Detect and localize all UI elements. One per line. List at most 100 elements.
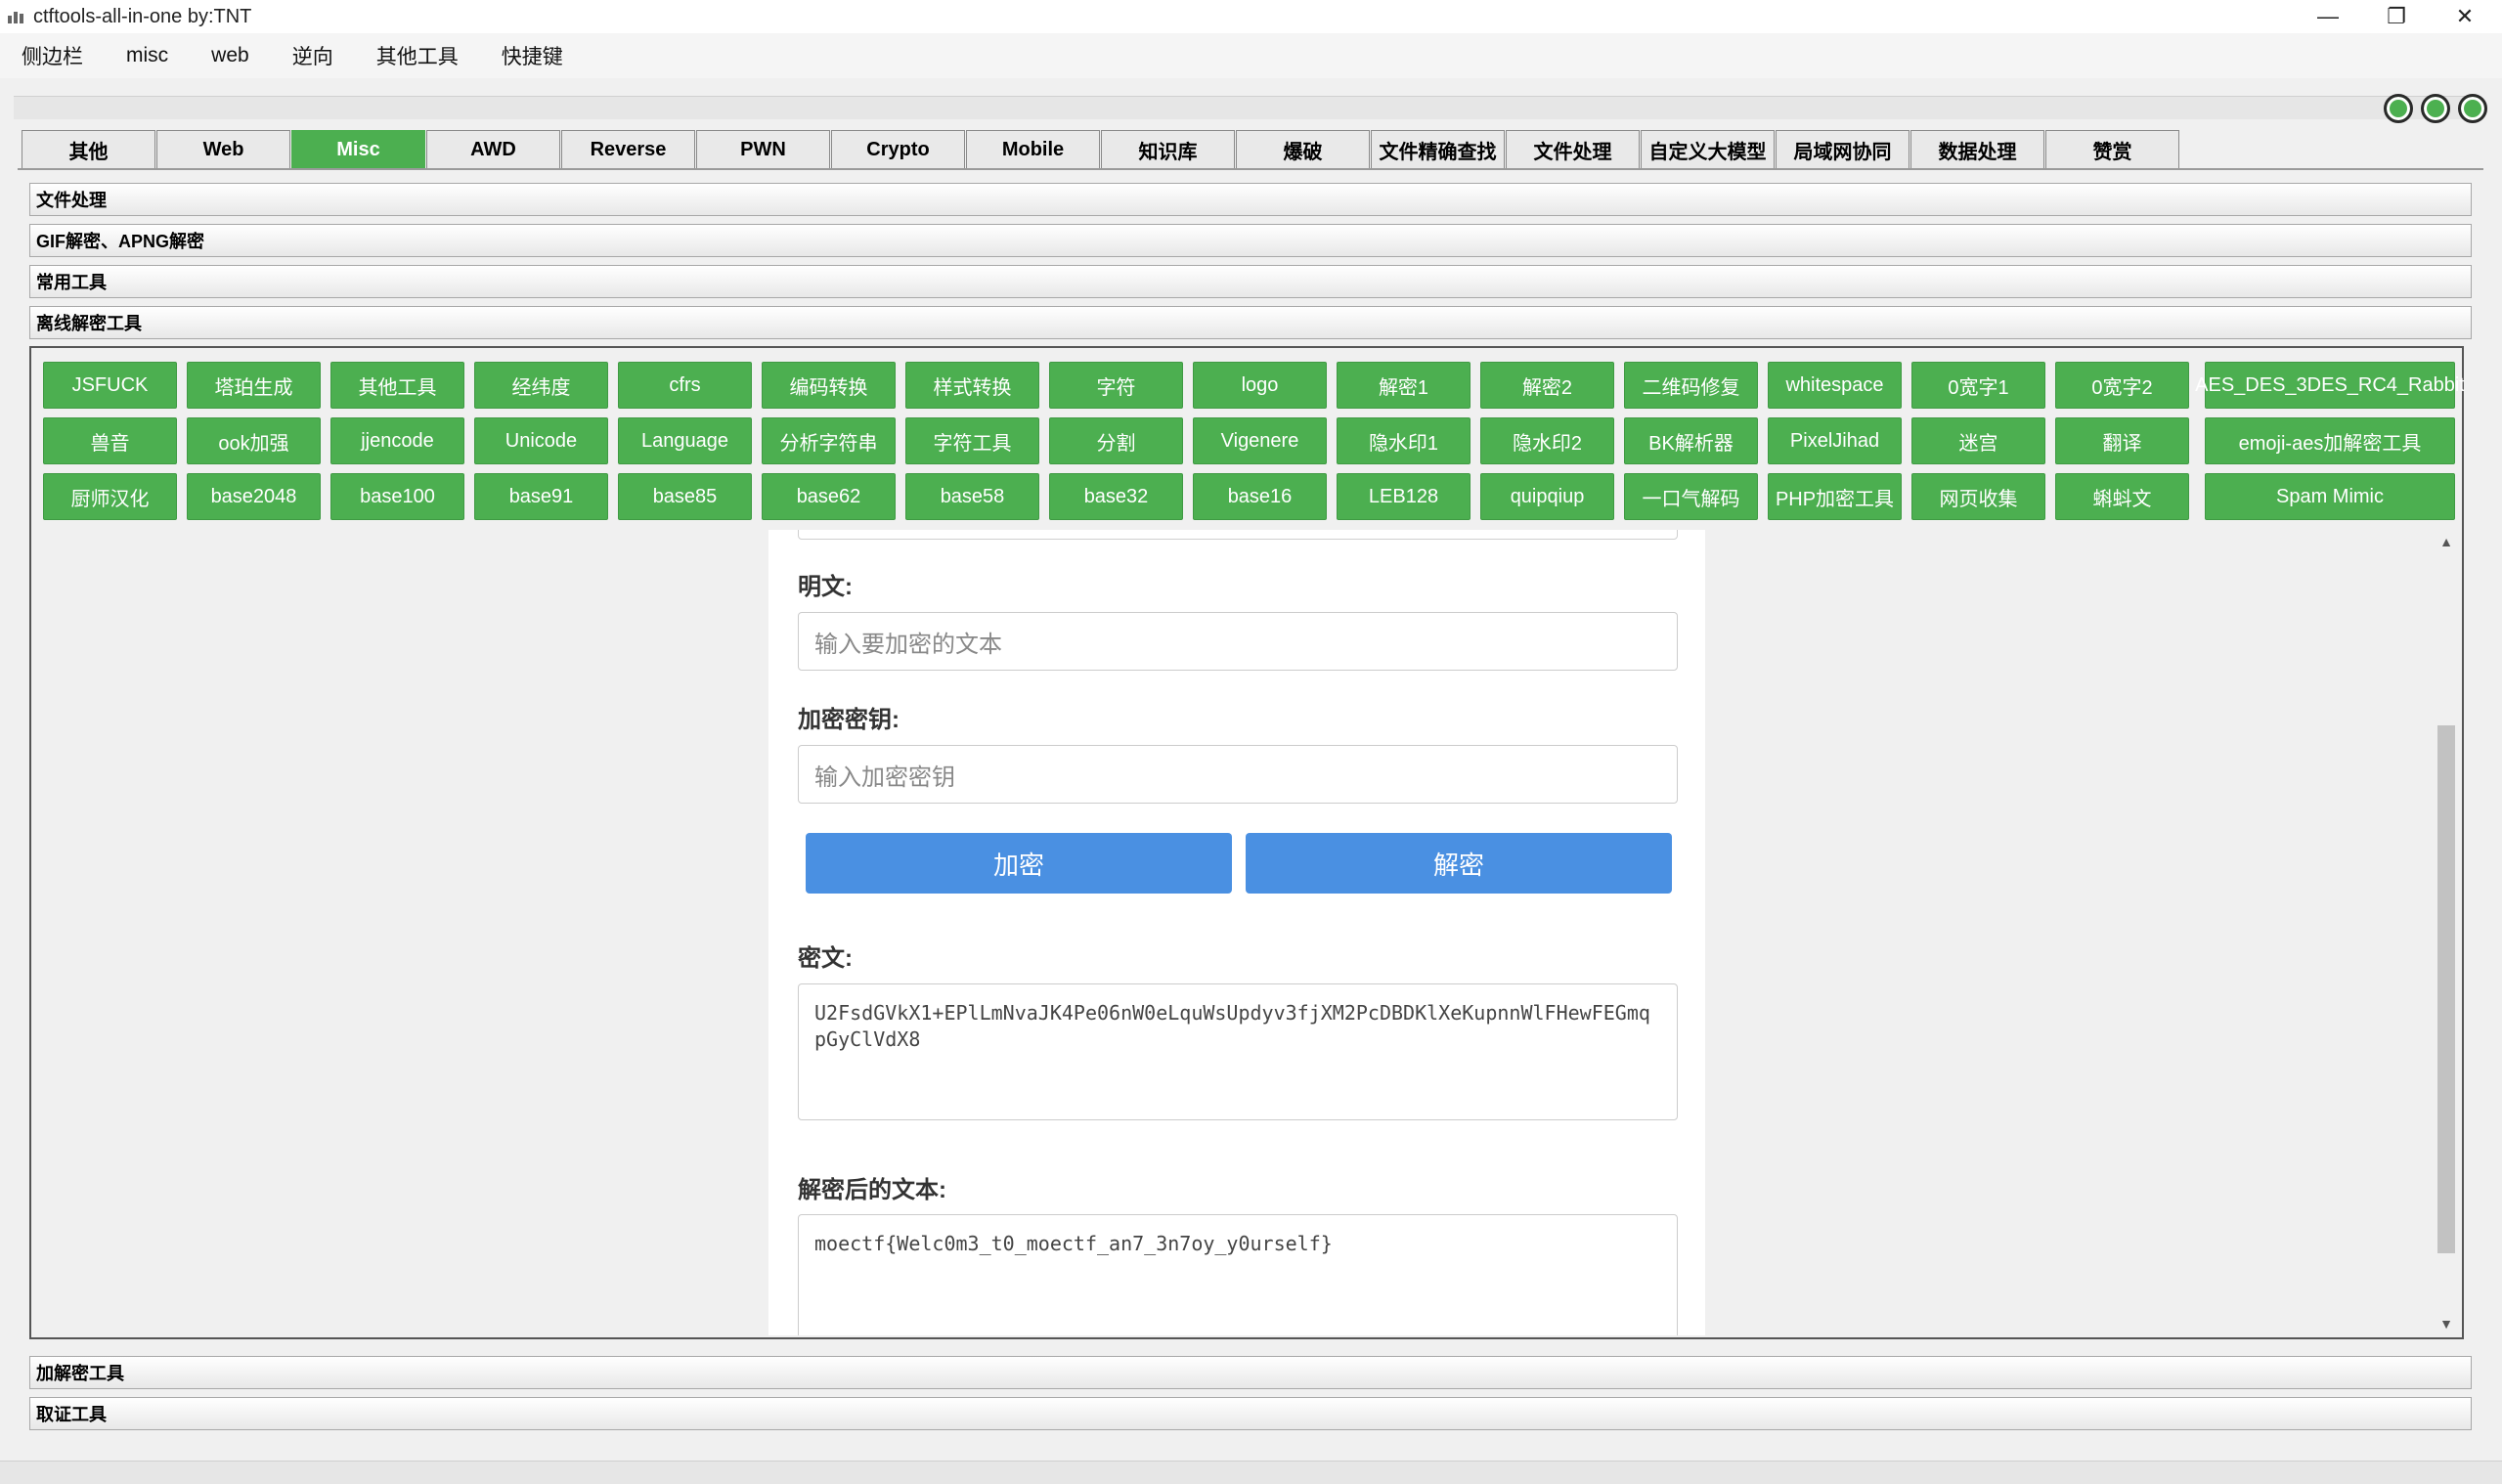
tab-data-processing[interactable]: 数据处理 <box>1910 130 2044 169</box>
tool-content-pane: 明文: 输入要加密的文本 加密密钥: 输入加密密钥 加密 解密 密文: U2Fs… <box>43 530 2435 1335</box>
tab-awd[interactable]: AWD <box>426 130 560 169</box>
tool-unicode[interactable]: Unicode <box>474 417 608 464</box>
tool-chars[interactable]: 字符 <box>1049 362 1183 409</box>
decrypted-label: 解密后的文本: <box>798 1177 946 1203</box>
tool-pixeljihad[interactable]: PixelJihad <box>1768 417 1902 464</box>
menu-sidebar[interactable]: 侧边栏 <box>22 41 83 70</box>
title-bar: ctftools-all-in-one by:TNT <box>0 0 2502 33</box>
tool-encoding-convert[interactable]: 编码转换 <box>762 362 896 409</box>
section-offline-decrypt[interactable]: 离线解密工具 <box>29 306 2472 339</box>
tool-leb128[interactable]: LEB128 <box>1337 473 1470 520</box>
tab-file-search[interactable]: 文件精确查找 <box>1371 130 1505 169</box>
menu-misc[interactable]: misc <box>126 44 168 67</box>
tool-style-convert[interactable]: 样式转换 <box>905 362 1039 409</box>
tool-tadpole-text[interactable]: 蝌蚪文 <box>2055 473 2189 520</box>
tool-latlng[interactable]: 经纬度 <box>474 362 608 409</box>
plaintext-input[interactable]: 输入要加密的文本 <box>798 612 1678 671</box>
tool-char-tools[interactable]: 字符工具 <box>905 417 1039 464</box>
scroll-down-arrow-icon[interactable]: ▼ <box>2435 1312 2458 1335</box>
menu-other-tools[interactable]: 其他工具 <box>376 41 459 70</box>
tab-mobile[interactable]: Mobile <box>966 130 1100 169</box>
close-button[interactable]: ✕ <box>2433 0 2497 33</box>
scroll-thumb[interactable] <box>2437 725 2455 1253</box>
encrypt-form-card: 明文: 输入要加密的文本 加密密钥: 输入加密密钥 加密 解密 密文: U2Fs… <box>768 530 1705 1335</box>
decrypted-textarea[interactable]: moectf{Welc0m3_t0_moectf_an7_3n7oy_y0urs… <box>798 1214 1678 1335</box>
tab-web[interactable]: Web <box>156 130 290 169</box>
tab-file-processing[interactable]: 文件处理 <box>1506 130 1640 169</box>
encrypt-button[interactable]: 加密 <box>806 833 1232 894</box>
tool-base62[interactable]: base62 <box>762 473 896 520</box>
scroll-up-arrow-icon[interactable]: ▲ <box>2435 530 2458 553</box>
circle-button-1[interactable] <box>2384 94 2413 123</box>
tool-cyberchef-cn[interactable]: 厨师汉化 <box>43 473 177 520</box>
minimize-button[interactable]: — <box>2296 0 2360 33</box>
ciphertext-textarea[interactable]: U2FsdGVkX1+EPlLmNvaJK4Pe06nW0eLquWsUpdyv… <box>798 983 1678 1120</box>
tool-language[interactable]: Language <box>618 417 752 464</box>
section-forensics-tools[interactable]: 取证工具 <box>29 1397 2472 1430</box>
tool-web-collect[interactable]: 网页收集 <box>1911 473 2045 520</box>
menu-web[interactable]: web <box>211 44 249 67</box>
section-common-tools[interactable]: 常用工具 <box>29 265 2472 298</box>
tool-beast-sound[interactable]: 兽音 <box>43 417 177 464</box>
tool-spam-mimic[interactable]: Spam Mimic <box>2205 473 2455 520</box>
key-input[interactable]: 输入加密密钥 <box>798 745 1678 804</box>
tool-base16[interactable]: base16 <box>1193 473 1327 520</box>
circle-button-3[interactable] <box>2458 94 2487 123</box>
tool-qr-repair[interactable]: 二维码修复 <box>1624 362 1758 409</box>
tool-bk-parser[interactable]: BK解析器 <box>1624 417 1758 464</box>
tab-other[interactable]: 其他 <box>22 130 155 169</box>
tool-jjencode[interactable]: jjencode <box>330 417 464 464</box>
tool-decrypt1[interactable]: 解密1 <box>1337 362 1470 409</box>
tool-jsfuck[interactable]: JSFUCK <box>43 362 177 409</box>
tab-misc[interactable]: Misc <box>291 130 425 169</box>
tool-decrypt2[interactable]: 解密2 <box>1480 362 1614 409</box>
tool-whitespace[interactable]: whitespace <box>1768 362 1902 409</box>
tab-bruteforce[interactable]: 爆破 <box>1236 130 1370 169</box>
tool-emoji-aes[interactable]: emoji-aes加解密工具 <box>2205 417 2455 464</box>
tool-ook-plus[interactable]: ook加强 <box>187 417 321 464</box>
tool-vigenere[interactable]: Vigenere <box>1193 417 1327 464</box>
tool-one-shot-decode[interactable]: 一口气解码 <box>1624 473 1758 520</box>
section-crypto-tools[interactable]: 加解密工具 <box>29 1356 2472 1389</box>
section-gif-apng[interactable]: GIF解密、APNG解密 <box>29 224 2472 257</box>
tool-zero-width-1[interactable]: 0宽字1 <box>1911 362 2045 409</box>
tool-base85[interactable]: base85 <box>618 473 752 520</box>
tab-crypto[interactable]: Crypto <box>831 130 965 169</box>
circle-button-2[interactable] <box>2421 94 2450 123</box>
tool-translate[interactable]: 翻译 <box>2055 417 2189 464</box>
tool-watermark2[interactable]: 隐水印2 <box>1480 417 1614 464</box>
tab-reverse[interactable]: Reverse <box>561 130 695 169</box>
tool-zero-width-2[interactable]: 0宽字2 <box>2055 362 2189 409</box>
tab-pwn[interactable]: PWN <box>696 130 830 169</box>
tool-base91[interactable]: base91 <box>474 473 608 520</box>
tool-maze[interactable]: 迷宫 <box>1911 417 2045 464</box>
tool-logo[interactable]: logo <box>1193 362 1327 409</box>
tool-base32[interactable]: base32 <box>1049 473 1183 520</box>
tab-lan-collab[interactable]: 局域网协同 <box>1776 130 1909 169</box>
tool-analyze-string[interactable]: 分析字符串 <box>762 417 896 464</box>
tab-knowledge-base[interactable]: 知识库 <box>1101 130 1235 169</box>
tool-quipqiup[interactable]: quipqiup <box>1480 473 1614 520</box>
tool-cfrs[interactable]: cfrs <box>618 362 752 409</box>
tab-donate[interactable]: 赞赏 <box>2045 130 2179 169</box>
tool-php-encrypt[interactable]: PHP加密工具 <box>1768 473 1902 520</box>
content-scrollbar[interactable]: ▲ ▼ <box>2435 530 2458 1335</box>
tool-base58[interactable]: base58 <box>905 473 1039 520</box>
tool-base100[interactable]: base100 <box>330 473 464 520</box>
maximize-button[interactable]: ❐ <box>2364 0 2429 33</box>
tool-tapper-gen[interactable]: 塔珀生成 <box>187 362 321 409</box>
menu-bar: 侧边栏 misc web 逆向 其他工具 快捷键 <box>0 33 2502 78</box>
tab-custom-llm[interactable]: 自定义大模型 <box>1641 130 1775 169</box>
key-label: 加密密钥: <box>798 707 900 733</box>
menu-reverse[interactable]: 逆向 <box>292 41 333 70</box>
tool-split[interactable]: 分割 <box>1049 417 1183 464</box>
window-title: ctftools-all-in-one by:TNT <box>33 5 252 27</box>
tool-aes-des-rc4-rabbit[interactable]: AES_DES_3DES_RC4_Rabbit <box>2195 362 2465 409</box>
previous-input-edge <box>798 530 1678 540</box>
section-file-processing[interactable]: 文件处理 <box>29 183 2472 216</box>
tool-watermark1[interactable]: 隐水印1 <box>1337 417 1470 464</box>
decrypt-button[interactable]: 解密 <box>1246 833 1672 894</box>
tool-other-tools[interactable]: 其他工具 <box>330 362 464 409</box>
tool-base2048[interactable]: base2048 <box>187 473 321 520</box>
menu-shortcuts[interactable]: 快捷键 <box>502 41 563 70</box>
